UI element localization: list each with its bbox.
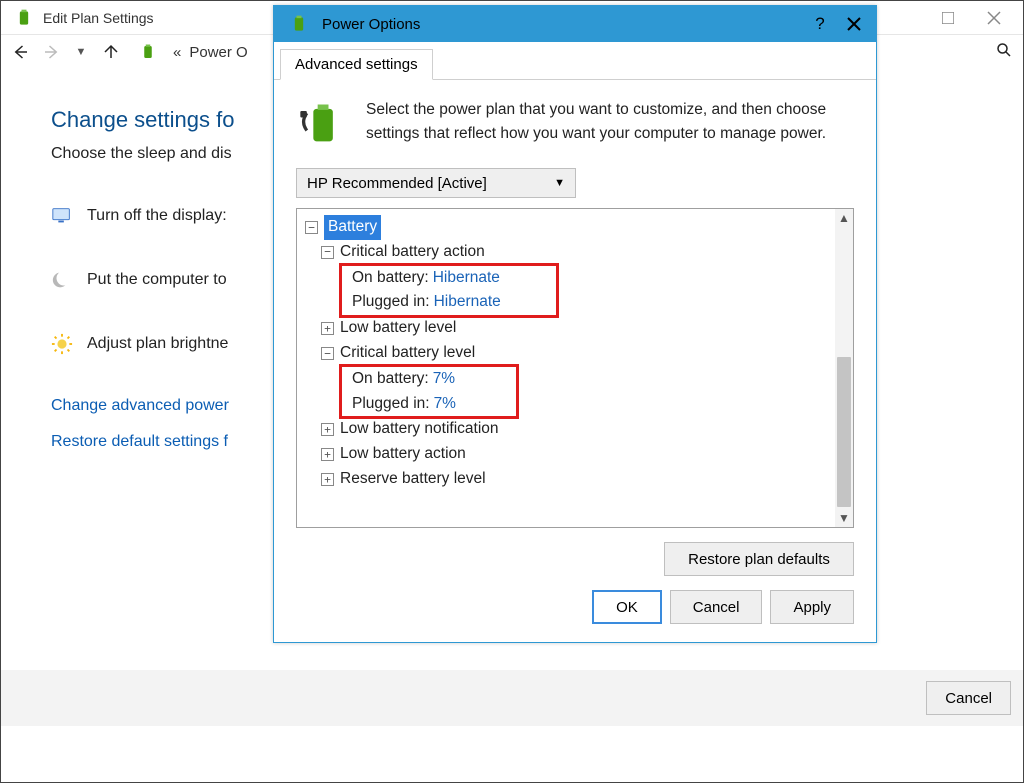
tree-label: Low battery level — [340, 316, 456, 341]
value: 7% — [433, 367, 455, 392]
highlight-box: On battery: 7% Plugged in: 7% — [339, 364, 519, 420]
label: Plugged in: — [352, 392, 430, 417]
plan-select[interactable]: HP Recommended [Active] ▼ — [296, 168, 576, 198]
scroll-down-icon[interactable]: ▼ — [835, 509, 853, 527]
tree-label: Critical battery level — [340, 341, 475, 366]
highlight-box: On battery: Hibernate Plugged in: Hibern… — [339, 263, 559, 319]
tree-label: Reserve battery level — [340, 467, 486, 492]
power-options-dialog: Power Options ? Advanced settings Sel — [273, 5, 877, 643]
breadcrumb[interactable]: « Power O — [131, 41, 248, 63]
collapse-icon[interactable]: − — [321, 347, 334, 360]
up-icon[interactable] — [101, 42, 121, 62]
scroll-thumb[interactable] — [837, 357, 851, 507]
battery-plug-icon — [296, 98, 348, 150]
tree-label: Critical battery action — [340, 240, 485, 265]
critical-level-on-battery[interactable]: On battery: 7% — [348, 367, 510, 392]
dialog-close-button[interactable] — [840, 10, 868, 38]
value: Hibernate — [434, 290, 501, 315]
back-icon[interactable] — [11, 42, 31, 62]
main-cancel-button[interactable]: Cancel — [926, 681, 1011, 715]
ok-button[interactable]: OK — [592, 590, 662, 624]
moon-icon — [51, 269, 73, 291]
intro-row: Select the power plan that you want to c… — [296, 98, 854, 150]
forward-icon[interactable] — [41, 42, 61, 62]
value: Hibernate — [433, 266, 500, 291]
scroll-up-icon[interactable]: ▲ — [835, 209, 853, 227]
row-display-label: Turn off the display: — [87, 207, 227, 225]
tree-low-notification[interactable]: + Low battery notification — [317, 417, 831, 442]
tree-reserve[interactable]: + Reserve battery level — [317, 467, 831, 492]
breadcrumb-prefix: « — [173, 44, 181, 61]
power-plan-icon — [137, 41, 159, 63]
label: On battery: — [352, 367, 429, 392]
tree-label: Low battery notification — [340, 417, 499, 442]
monitor-icon — [51, 205, 73, 227]
intro-text: Select the power plan that you want to c… — [366, 98, 854, 146]
power-plan-icon — [13, 7, 35, 29]
breadcrumb-text: Power O — [189, 44, 247, 61]
close-button[interactable] — [971, 3, 1017, 33]
critical-level-plugged-in[interactable]: Plugged in: 7% — [348, 392, 510, 417]
dialog-titlebar: Power Options ? — [274, 6, 876, 42]
row-sleep-label: Put the computer to — [87, 271, 227, 289]
expand-icon[interactable]: + — [321, 448, 334, 461]
sun-icon — [51, 333, 73, 355]
settings-tree: − Battery − Critical battery action On b… — [296, 208, 854, 528]
tree-critical-level[interactable]: − Critical battery level — [317, 341, 831, 366]
expand-icon[interactable]: + — [321, 473, 334, 486]
search-icon[interactable] — [995, 41, 1013, 64]
apply-button[interactable]: Apply — [770, 590, 854, 624]
label: On battery: — [352, 266, 429, 291]
main-title: Edit Plan Settings — [43, 10, 154, 26]
expand-icon[interactable]: + — [321, 423, 334, 436]
chevron-down-icon: ▼ — [554, 177, 565, 189]
tab-advanced-settings[interactable]: Advanced settings — [280, 49, 433, 80]
recent-dropdown-icon[interactable]: ▼ — [71, 42, 91, 62]
tree-label: Low battery action — [340, 442, 466, 467]
minimize-button[interactable] — [925, 3, 971, 33]
restore-plan-defaults-button[interactable]: Restore plan defaults — [664, 542, 854, 576]
tree-low-level[interactable]: + Low battery level — [317, 316, 831, 341]
collapse-icon[interactable]: − — [305, 221, 318, 234]
scrollbar[interactable]: ▲ ▼ — [835, 209, 853, 527]
plan-select-value: HP Recommended [Active] — [307, 175, 487, 192]
row-brightness-label: Adjust plan brightne — [87, 335, 228, 353]
critical-action-plugged-in[interactable]: Plugged in: Hibernate — [348, 290, 550, 315]
dialog-title: Power Options — [322, 16, 420, 33]
tree-root-label: Battery — [324, 215, 381, 240]
tree-low-action[interactable]: + Low battery action — [317, 442, 831, 467]
cancel-button[interactable]: Cancel — [670, 590, 763, 624]
critical-action-on-battery[interactable]: On battery: Hibernate — [348, 266, 550, 291]
power-plan-icon — [288, 13, 310, 35]
tree-critical-action[interactable]: − Critical battery action — [317, 240, 831, 265]
expand-icon[interactable]: + — [321, 322, 334, 335]
label: Plugged in: — [352, 290, 430, 315]
collapse-icon[interactable]: − — [321, 246, 334, 259]
tree-root-battery[interactable]: − Battery — [301, 215, 831, 240]
value: 7% — [434, 392, 456, 417]
main-action-bar: Cancel — [1, 670, 1023, 726]
help-button[interactable]: ? — [806, 10, 834, 38]
